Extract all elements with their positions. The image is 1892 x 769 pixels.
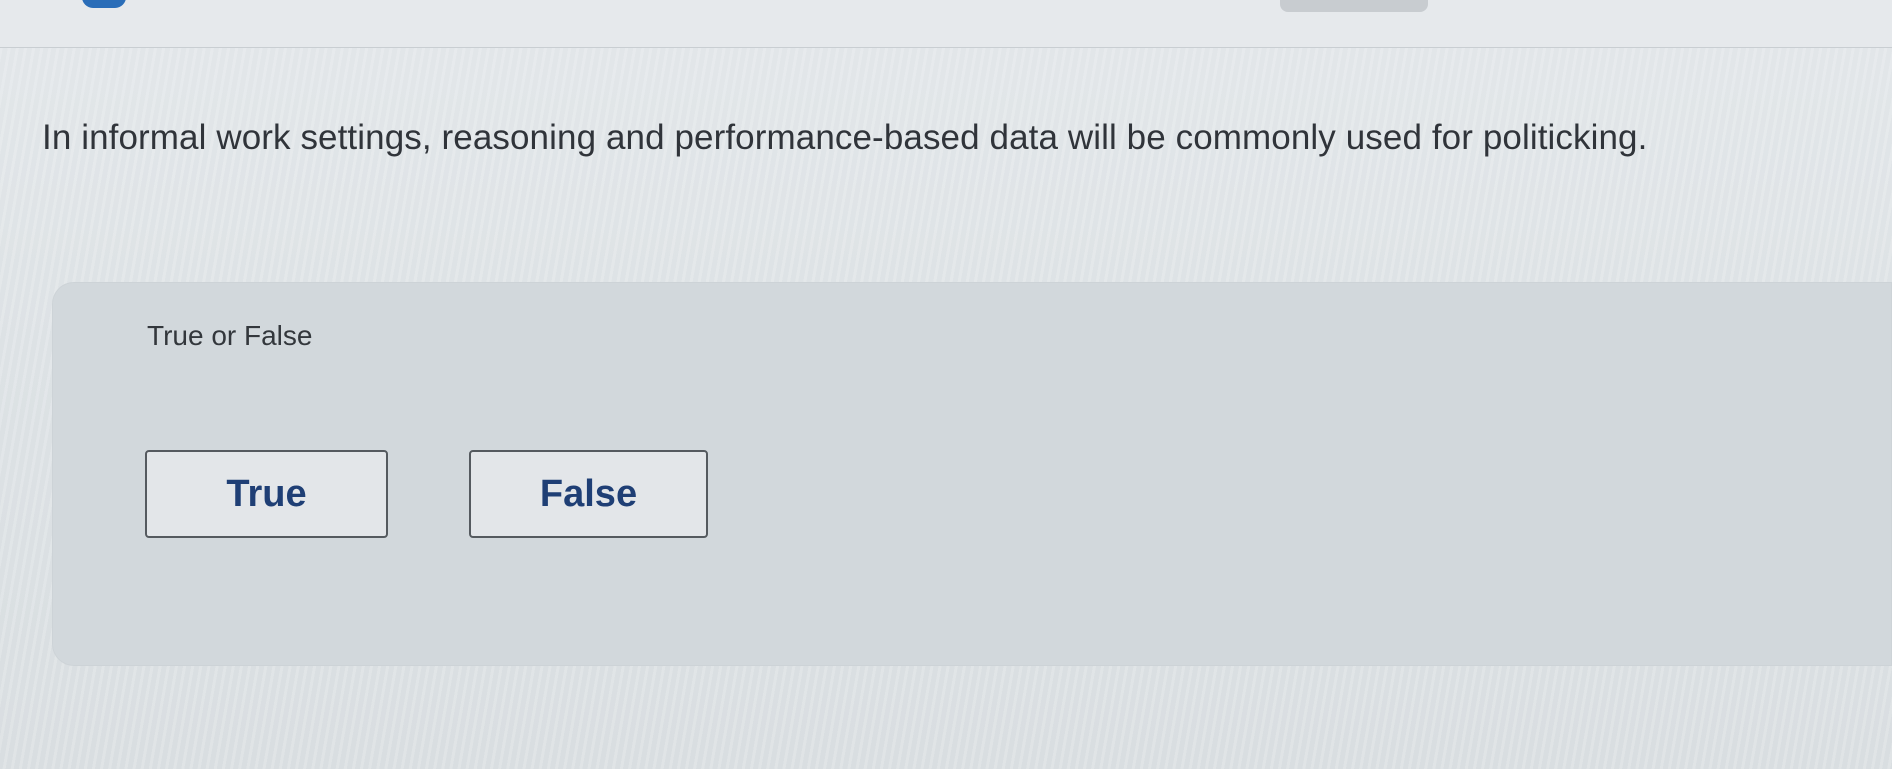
blue-indicator-icon — [82, 0, 126, 8]
top-tab[interactable] — [1280, 0, 1428, 12]
false-button[interactable]: False — [469, 450, 708, 538]
true-button[interactable]: True — [145, 450, 388, 538]
answer-prompt: True or False — [147, 320, 313, 351]
question-text: In informal work settings, reasoning and… — [42, 118, 1648, 157]
top-bar — [0, 0, 1892, 48]
screen-background: In informal work settings, reasoning and… — [0, 0, 1892, 769]
